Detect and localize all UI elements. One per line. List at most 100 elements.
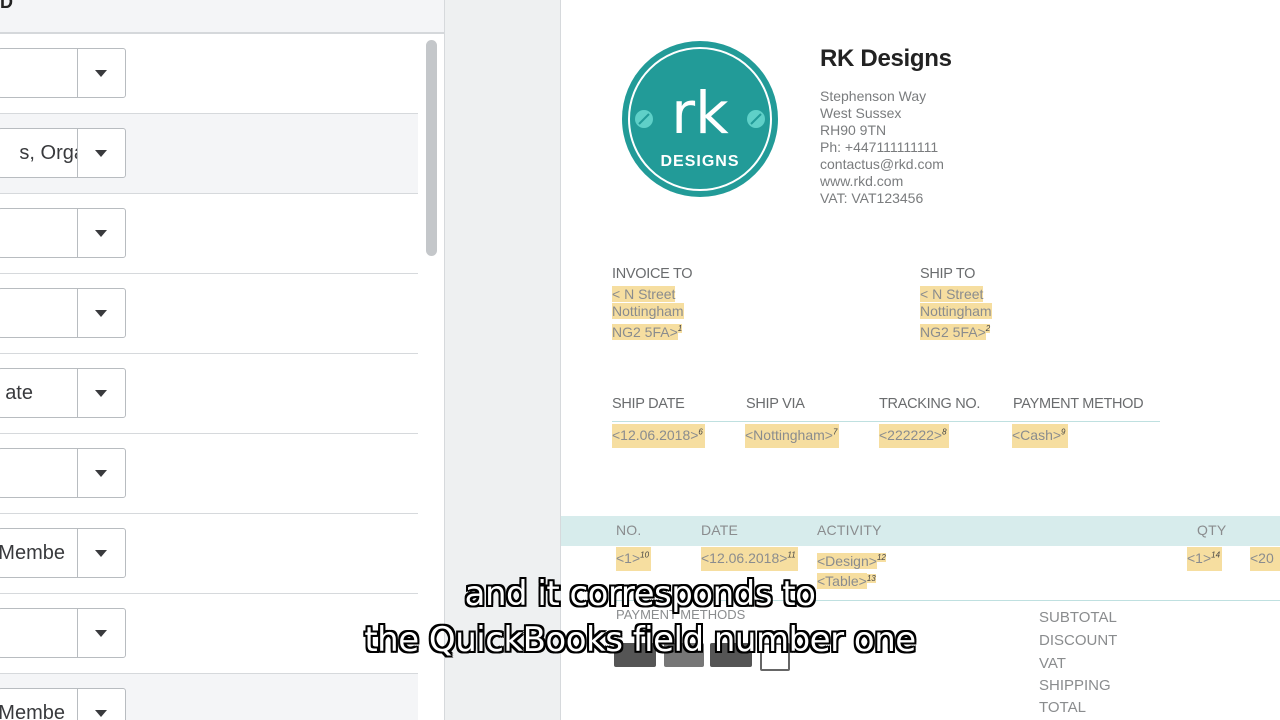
- caret-down-icon: [95, 710, 107, 717]
- address-line: Ph: +447111111111: [820, 139, 939, 155]
- dropdown-arrow-button[interactable]: [77, 129, 125, 177]
- rk-designs-logo: rk DESIGNS: [620, 39, 780, 199]
- dropdown-arrow-button[interactable]: [77, 529, 125, 577]
- total-label: TOTAL: [1039, 699, 1086, 716]
- invoice-to-label: INVOICE TO: [612, 266, 693, 282]
- field-number: 11: [787, 550, 796, 560]
- scrollbar-thumb[interactable]: [426, 40, 437, 256]
- address-line: West Sussex: [820, 105, 902, 121]
- ship-via-label: SHIP VIA: [746, 396, 805, 412]
- column-header-qty: QTY: [1197, 522, 1227, 538]
- field-number: 2: [985, 324, 991, 333]
- ship-date-value: <12.06.2018>: [612, 427, 699, 443]
- line-items-header: [561, 516, 1280, 546]
- line-no-field[interactable]: <1>10: [616, 547, 652, 571]
- ship-to-label: SHIP TO: [920, 266, 976, 282]
- field-number: 8: [942, 427, 947, 437]
- dropdown-arrow-button[interactable]: [77, 209, 125, 257]
- line-date-field[interactable]: <12.06.2018>11: [701, 547, 798, 571]
- quickbooks-field-select[interactable]: [0, 48, 126, 98]
- tracking-no-label: TRACKING NO.: [879, 396, 981, 412]
- caption-line-2: the QuickBooks field number one: [364, 620, 916, 660]
- quickbooks-field-select[interactable]: [0, 288, 126, 338]
- caption-line-1: and it corresponds to: [464, 574, 816, 614]
- mapping-row: Membe: [0, 674, 418, 720]
- panel-header: D: [0, 0, 444, 34]
- dropdown-arrow-button[interactable]: [77, 449, 125, 497]
- company-name: RK Designs: [820, 45, 952, 72]
- select-value: ate: [5, 382, 33, 404]
- field-number: 12: [876, 553, 886, 562]
- address-line: VAT: VAT123456: [820, 190, 924, 206]
- shipping-label: SHIPPING: [1039, 677, 1111, 694]
- caret-down-icon: [95, 230, 107, 237]
- quickbooks-field-select[interactable]: [0, 448, 126, 498]
- field-number: 14: [1211, 550, 1221, 560]
- invoice-to-line: Nottingham: [612, 303, 684, 319]
- address-line: Stephenson Way: [820, 88, 927, 104]
- ship-via-value: <Nottingham>: [745, 427, 833, 443]
- payment-method-field[interactable]: <Cash>9: [1012, 424, 1068, 448]
- quickbooks-field-select[interactable]: Membe: [0, 528, 126, 578]
- ship-to-field[interactable]: < N Street Nottingham NG2 5FA>2: [920, 286, 992, 341]
- mapping-row: ate: [0, 354, 418, 434]
- qty-field[interactable]: <1>14: [1187, 547, 1223, 571]
- invoice-to-field[interactable]: < N Street Nottingham NG2 5FA>1: [612, 286, 684, 341]
- qty-value: <1>: [1187, 550, 1212, 566]
- tracking-no-value: <222222>: [879, 427, 943, 443]
- select-value: s, Orga: [19, 142, 79, 164]
- caret-down-icon: [95, 390, 107, 397]
- divider: [612, 421, 1160, 422]
- dropdown-arrow-button[interactable]: [77, 289, 125, 337]
- caret-down-icon: [95, 150, 107, 157]
- quickbooks-field-select[interactable]: ate: [0, 368, 126, 418]
- dropdown-arrow-button[interactable]: [77, 369, 125, 417]
- field-number: 6: [698, 427, 703, 437]
- column-header-no: NO.: [616, 522, 642, 538]
- ship-to-line: < N Street: [920, 286, 984, 302]
- field-number: 7: [832, 427, 838, 437]
- rate-value: <20: [1250, 550, 1274, 566]
- payment-method-label: PAYMENT METHOD: [1013, 396, 1144, 412]
- payment-method-value: <Cash>: [1012, 427, 1062, 443]
- quickbooks-field-select[interactable]: s, Orga: [0, 128, 126, 178]
- ship-date-label: SHIP DATE: [612, 396, 685, 412]
- address-line: contactus@rkd.com: [820, 156, 944, 172]
- caret-down-icon: [95, 310, 107, 317]
- caret-down-icon: [95, 70, 107, 77]
- ship-via-field[interactable]: <Nottingham>7: [745, 424, 840, 448]
- dropdown-arrow-button[interactable]: [77, 689, 125, 720]
- field-number: 1: [677, 324, 683, 333]
- ship-to-line: Nottingham: [920, 303, 992, 319]
- rate-field[interactable]: <20: [1250, 547, 1280, 571]
- mapping-row: s, Orga: [0, 114, 418, 194]
- quickbooks-field-select[interactable]: [0, 208, 126, 258]
- invoice-to-line: < N Street: [612, 286, 676, 302]
- select-value: Membe: [0, 702, 65, 720]
- select-value: Membe: [0, 542, 65, 564]
- column-header-date: DATE: [701, 522, 739, 538]
- invoice-to-line: NG2 5FA>: [612, 323, 678, 340]
- ship-date-field[interactable]: <12.06.2018>6: [612, 424, 705, 448]
- ship-to-line: NG2 5FA>: [920, 323, 986, 340]
- mapping-row: [0, 194, 418, 274]
- mapping-row: [0, 34, 418, 114]
- line-date-value: <12.06.2018>: [701, 550, 788, 566]
- logo-initials: rk: [671, 79, 729, 147]
- panel-header-title: D: [0, 0, 13, 12]
- quickbooks-field-select[interactable]: Membe: [0, 688, 126, 720]
- logo-word: DESIGNS: [660, 153, 739, 170]
- column-header-activity: ACTIVITY: [817, 522, 882, 538]
- caret-down-icon: [95, 470, 107, 477]
- tracking-no-field[interactable]: <222222>8: [879, 424, 949, 448]
- mapping-row: [0, 274, 418, 354]
- caret-down-icon: [95, 550, 107, 557]
- address-line: RH90 9TN: [820, 122, 887, 138]
- mapping-row: [0, 434, 418, 514]
- dropdown-arrow-button[interactable]: [77, 49, 125, 97]
- line-no-value: <1>: [616, 550, 641, 566]
- activity-value: <Design>: [817, 552, 877, 569]
- field-number: 9: [1061, 427, 1066, 437]
- address-line: www.rkd.com: [820, 173, 904, 189]
- field-number: 10: [640, 550, 650, 560]
